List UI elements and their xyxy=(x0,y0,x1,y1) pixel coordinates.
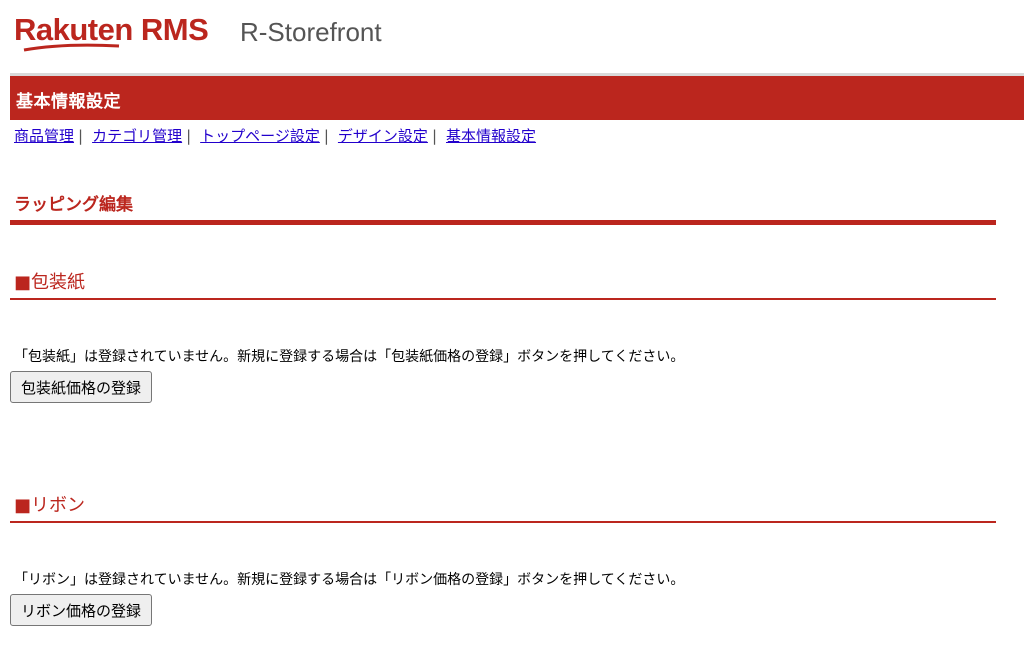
register-wrapping-paper-price-button[interactable]: 包装紙価格の登録 xyxy=(10,371,153,403)
page-title: ラッピング編集 xyxy=(14,195,133,215)
wrapping-paper-divider xyxy=(10,298,996,300)
nav-separator: | xyxy=(323,127,329,145)
nav-separator: | xyxy=(431,127,437,145)
nav-link-product-management[interactable]: 商品管理 xyxy=(14,127,74,145)
page-title-divider xyxy=(10,220,996,225)
rakuten-rms-logo: Rakuten RMS R-Storefront xyxy=(14,10,414,56)
nav-link-design-settings[interactable]: デザイン設定 xyxy=(338,127,428,145)
register-ribbon-price-button[interactable]: リボン価格の登録 xyxy=(10,594,153,626)
nav-link-top-page-settings[interactable]: トップページ設定 xyxy=(200,127,320,145)
header-title: 基本情報設定 xyxy=(16,92,121,112)
wrapping-paper-message: 「包装紙」は登録されていません。新規に登録する場合は「包装紙価格の登録」ボタンを… xyxy=(14,349,685,365)
ribbon-heading: ■リボン xyxy=(14,495,86,516)
nav-link-category-management[interactable]: カテゴリ管理 xyxy=(92,127,182,145)
ribbon-divider xyxy=(10,521,996,523)
logo-brand-text: Rakuten RMS xyxy=(14,12,208,47)
ribbon-message: 「リボン」は登録されていません。新規に登録する場合は「リボン価格の登録」ボタンを… xyxy=(14,572,685,588)
logo-product-text: R-Storefront xyxy=(240,17,382,47)
wrapping-paper-heading: ■包装紙 xyxy=(14,272,86,293)
logo-graphic: Rakuten RMS R-Storefront xyxy=(14,12,382,52)
header-bar: 基本情報設定 xyxy=(10,73,1024,120)
nav-separator: | xyxy=(186,127,192,145)
main-nav: 商品管理 | カテゴリ管理 | トップページ設定 | デザイン設定 | 基本情報設定 xyxy=(14,126,536,146)
nav-link-basic-info-settings[interactable]: 基本情報設定 xyxy=(446,127,536,145)
nav-separator: | xyxy=(78,127,84,145)
